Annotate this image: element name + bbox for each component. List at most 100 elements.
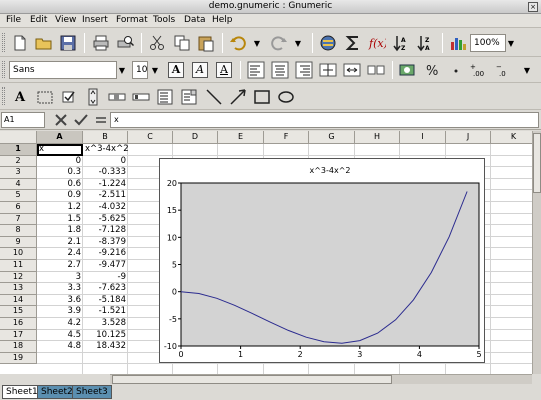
save-icon[interactable]: [59, 34, 77, 52]
cell-a13[interactable]: 3.3: [37, 283, 83, 294]
menu-data[interactable]: Data: [184, 15, 206, 25]
close-window-button[interactable]: ×: [528, 2, 538, 12]
bold-button[interactable]: A: [168, 62, 184, 78]
text-label-tool[interactable]: A: [11, 88, 29, 106]
menu-edit[interactable]: Edit: [30, 15, 47, 25]
zoom-dropdown-arrow[interactable]: ▼: [506, 34, 516, 52]
row-header-7[interactable]: 7: [0, 213, 37, 226]
cell-b14[interactable]: -5.184: [83, 295, 128, 306]
horizontal-scroll-thumb[interactable]: [112, 375, 392, 384]
cell-b3[interactable]: -0.333: [83, 167, 128, 178]
function-icon[interactable]: f(x): [368, 34, 386, 52]
cell-b18[interactable]: 18.432: [83, 341, 128, 352]
chart-icon[interactable]: [449, 34, 467, 52]
combo-widget-icon[interactable]: [180, 88, 198, 106]
print-preview-icon[interactable]: [116, 34, 134, 52]
cell-b2[interactable]: 0: [83, 156, 128, 167]
cell-a11[interactable]: 2.7: [37, 260, 83, 271]
cell-a14[interactable]: 3.6: [37, 295, 83, 306]
cell-a3[interactable]: 0.3: [37, 167, 83, 178]
italic-button[interactable]: A: [192, 62, 208, 78]
slider-widget-icon[interactable]: [132, 88, 150, 106]
align-right-icon[interactable]: [295, 61, 313, 79]
toolbar-grip[interactable]: [2, 87, 5, 105]
row-header-3[interactable]: 3: [0, 167, 37, 179]
underline-button[interactable]: A: [216, 62, 232, 78]
cut-icon[interactable]: [148, 34, 166, 52]
row-header-13[interactable]: 13: [0, 283, 37, 295]
line-tool-icon[interactable]: [205, 88, 223, 106]
increase-decimal-icon[interactable]: + .00: [470, 61, 488, 79]
merge-cells-icon[interactable]: [319, 61, 337, 79]
column-header-k[interactable]: K: [491, 131, 532, 144]
paste-icon[interactable]: [197, 34, 215, 52]
frame-icon[interactable]: [36, 88, 54, 106]
cell-b15[interactable]: -1.521: [83, 306, 128, 317]
vertical-scrollbar[interactable]: [532, 131, 541, 374]
cell-a17[interactable]: 4.5: [37, 330, 83, 341]
font-name-combo[interactable]: Sans: [9, 61, 117, 79]
arrow-tool-icon[interactable]: [229, 88, 247, 106]
column-header-h[interactable]: H: [355, 131, 400, 144]
row-header-11[interactable]: 11: [0, 260, 37, 272]
menu-tools[interactable]: Tools: [153, 15, 175, 25]
thousands-separator-icon[interactable]: [447, 61, 465, 79]
cell-b10[interactable]: -9.216: [83, 248, 128, 259]
redo-dropdown-arrow[interactable]: ▼: [293, 34, 303, 52]
toolbar-grip[interactable]: [2, 61, 5, 78]
cell-a5[interactable]: 0.9: [37, 190, 83, 201]
chart-object[interactable]: x^3-4x^2 20 15 10 5 0 -5 -10 0 1 2 3 4 5: [159, 158, 485, 363]
copy-icon[interactable]: [173, 34, 191, 52]
align-center-icon[interactable]: [271, 61, 289, 79]
cell-a12[interactable]: 3: [37, 272, 83, 283]
cell-b1[interactable]: x^3-4x^2: [85, 144, 145, 155]
open-folder-icon[interactable]: [35, 34, 53, 52]
zoom-combo[interactable]: 100%: [470, 34, 506, 52]
cell-a15[interactable]: 3.9: [37, 306, 83, 317]
more-tools-arrow[interactable]: ▼: [522, 61, 532, 79]
split-cells-icon[interactable]: [367, 61, 385, 79]
menu-help[interactable]: Help: [212, 15, 233, 25]
column-header-i[interactable]: I: [400, 131, 446, 144]
row-header-5[interactable]: 5: [0, 190, 37, 202]
cell-a4[interactable]: 0.6: [37, 179, 83, 190]
percent-format-icon[interactable]: %: [423, 61, 441, 79]
font-size-dropdown-arrow[interactable]: ▼: [150, 61, 160, 79]
cell-a8[interactable]: 1.8: [37, 225, 83, 236]
cell-b5[interactable]: -2.511: [83, 190, 128, 201]
sort-descending-icon[interactable]: ZA: [417, 34, 435, 52]
row-header-1[interactable]: 1: [0, 144, 37, 156]
cell-b8[interactable]: -7.128: [83, 225, 128, 236]
row-header-4[interactable]: 4: [0, 178, 37, 191]
checkbox-widget-icon[interactable]: [60, 88, 78, 106]
cell-a7[interactable]: 1.5: [37, 214, 83, 225]
toolbar-grip[interactable]: [2, 33, 5, 52]
font-size-combo[interactable]: 10: [132, 61, 148, 79]
tab-sheet2[interactable]: Sheet2: [37, 385, 77, 399]
new-file-icon[interactable]: [11, 34, 29, 52]
cell-a6[interactable]: 1.2: [37, 202, 83, 213]
sum-icon[interactable]: [344, 34, 362, 52]
formula-input[interactable]: x: [110, 112, 539, 128]
cell-b12[interactable]: -9: [83, 272, 128, 283]
cell-b17[interactable]: 10.125: [83, 330, 128, 341]
column-header-a[interactable]: A: [37, 131, 83, 144]
row-header-18[interactable]: 18: [0, 341, 37, 353]
font-name-dropdown-arrow[interactable]: ▼: [117, 61, 127, 79]
column-header-f[interactable]: F: [264, 131, 309, 144]
column-header-b[interactable]: B: [83, 131, 128, 144]
list-widget-icon[interactable]: [156, 88, 174, 106]
menu-view[interactable]: View: [55, 15, 76, 25]
spin-button-icon[interactable]: [84, 88, 102, 106]
scrollbar-widget-icon[interactable]: [108, 88, 126, 106]
column-header-c[interactable]: C: [128, 131, 173, 144]
cell-a16[interactable]: 4.2: [37, 318, 83, 329]
column-header-d[interactable]: D: [173, 131, 218, 144]
cell-b6[interactable]: -4.032: [83, 202, 128, 213]
row-header-15[interactable]: 15: [0, 306, 37, 318]
cell-b16[interactable]: 3.528: [83, 318, 128, 329]
currency-format-icon[interactable]: [399, 61, 417, 79]
ellipse-tool-icon[interactable]: [277, 88, 295, 106]
row-header-14[interactable]: 14: [0, 294, 37, 307]
accept-edit-icon[interactable]: [72, 111, 90, 129]
